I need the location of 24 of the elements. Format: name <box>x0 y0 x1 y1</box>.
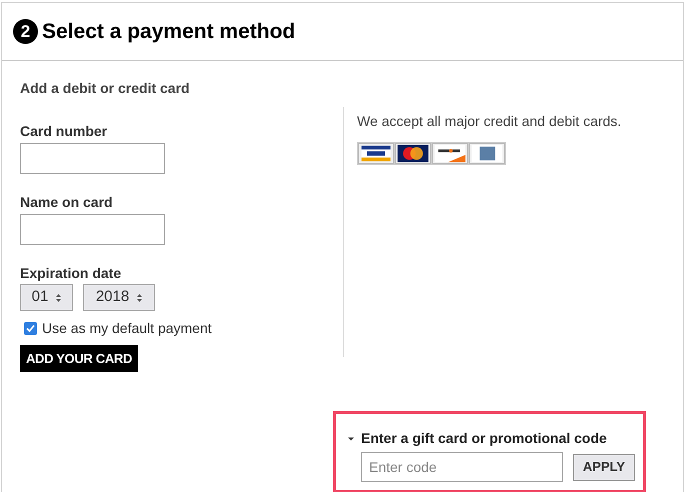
spinner-icon <box>56 294 62 302</box>
input-field[interactable] <box>20 214 165 245</box>
spinner-icon <box>137 294 142 302</box>
checkbox[interactable] <box>24 322 37 335</box>
year-select[interactable]: 2018 <box>83 284 155 311</box>
card-logo-icon <box>432 143 468 164</box>
accepted-cards-text: We accept all major credit and debit cards. <box>357 112 622 131</box>
field-label: Card number <box>20 122 108 141</box>
card-logo-icon <box>395 143 431 164</box>
card-logo-icon <box>469 143 505 164</box>
section-heading: Add a debit or credit card <box>20 79 190 98</box>
step-number: 2 <box>13 19 38 44</box>
page-title: Select a payment method <box>42 18 296 45</box>
field-label: Expiration date <box>20 264 122 283</box>
card-logo-icon <box>358 143 394 164</box>
apply-button[interactable]: APPLY <box>573 454 635 480</box>
code-input-field[interactable]: Enter code <box>361 452 563 482</box>
month-select[interactable]: 01 <box>20 284 73 311</box>
promo-title: Enter a gift card or promotional code <box>361 429 607 448</box>
input-field[interactable] <box>20 143 165 174</box>
checkbox-label: Use as my default payment <box>42 319 212 338</box>
field-label: Name on card <box>20 193 114 212</box>
add-card-button[interactable]: ADD YOUR CARD <box>20 345 138 372</box>
caret-icon[interactable] <box>348 436 354 442</box>
